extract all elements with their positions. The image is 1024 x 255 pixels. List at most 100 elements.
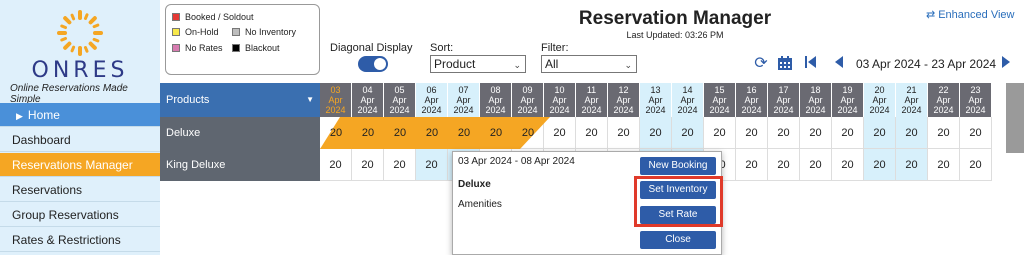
- grid-cell[interactable]: 20: [928, 117, 960, 149]
- close-button[interactable]: Close: [640, 231, 716, 249]
- grid-cell[interactable]: 20: [864, 149, 896, 181]
- grid-cell[interactable]: 20: [768, 149, 800, 181]
- date-header[interactable]: 15 Apr 2024: [704, 83, 736, 117]
- popup-amenities-label: Amenities: [458, 199, 502, 210]
- date-header-month: Apr: [520, 95, 535, 105]
- legend-label: No Rates: [185, 43, 223, 53]
- grid-cell[interactable]: 20: [640, 117, 672, 149]
- row-label-deluxe[interactable]: Deluxe: [160, 117, 320, 149]
- filter-select[interactable]: All ⌄: [541, 55, 637, 73]
- products-column-header[interactable]: Products ▼: [160, 83, 320, 117]
- date-header[interactable]: 07 Apr 2024: [448, 83, 480, 117]
- date-header-day: 06: [426, 85, 437, 95]
- grid-cell[interactable]: 20: [832, 117, 864, 149]
- date-header-year: 2024: [421, 105, 442, 115]
- grid-cell[interactable]: 20: [320, 149, 352, 181]
- sort-select[interactable]: Product ⌄: [430, 55, 526, 73]
- grid-cell[interactable]: 20: [736, 117, 768, 149]
- grid-cell[interactable]: 20: [928, 149, 960, 181]
- filter-label: Filter:: [541, 42, 569, 54]
- date-header[interactable]: 05 Apr 2024: [384, 83, 416, 117]
- popup-room-name: Deluxe: [458, 179, 491, 190]
- first-page-icon[interactable]: [802, 55, 820, 73]
- date-header[interactable]: 08 Apr 2024: [480, 83, 512, 117]
- grid-cell[interactable]: 20: [704, 117, 736, 149]
- legend-item-no-inventory: No Inventory: [232, 27, 296, 37]
- date-header[interactable]: 17 Apr 2024: [768, 83, 800, 117]
- date-header[interactable]: 04 Apr 2024: [352, 83, 384, 117]
- enhanced-view-link[interactable]: ⇄ Enhanced View: [926, 8, 1014, 21]
- date-header-year: 2024: [837, 105, 858, 115]
- grid-cell[interactable]: 20: [800, 149, 832, 181]
- sidebar-item-reservations-manager[interactable]: Reservations Manager: [0, 153, 160, 177]
- legend-swatch: [232, 44, 240, 52]
- calendar-icon[interactable]: [776, 55, 794, 73]
- grid-cell[interactable]: 20: [800, 117, 832, 149]
- grid-cell[interactable]: 20: [768, 117, 800, 149]
- date-header-year: 2024: [869, 105, 890, 115]
- date-header[interactable]: 18 Apr 2024: [800, 83, 832, 117]
- products-header-label: Products: [166, 94, 210, 106]
- grid-cell[interactable]: 20: [608, 117, 640, 149]
- date-header[interactable]: 10 Apr 2024: [544, 83, 576, 117]
- grid-cell[interactable]: 20: [544, 117, 576, 149]
- refresh-icon[interactable]: ⟳: [752, 55, 770, 73]
- grid-cell[interactable]: 20: [736, 149, 768, 181]
- date-header-month: Apr: [488, 95, 503, 105]
- date-header-day: 20: [874, 85, 885, 95]
- grid-cell[interactable]: 20: [352, 149, 384, 181]
- sidebar-item-group-reservations[interactable]: Group Reservations: [0, 203, 160, 227]
- date-header[interactable]: 03 Apr 2024: [320, 83, 352, 117]
- logo: ONRES: [0, 6, 160, 83]
- date-header-day: 04: [362, 85, 373, 95]
- grid-scrollbar[interactable]: [1006, 83, 1024, 153]
- date-header-month: Apr: [456, 95, 471, 105]
- date-header[interactable]: 11 Apr 2024: [576, 83, 608, 117]
- date-header-day: 17: [778, 85, 789, 95]
- grid-cell[interactable]: 20: [384, 149, 416, 181]
- date-header[interactable]: 06 Apr 2024: [416, 83, 448, 117]
- row-label-king-deluxe[interactable]: King Deluxe: [160, 149, 320, 181]
- grid-cell[interactable]: 20: [896, 117, 928, 149]
- sidebar-item-dashboard[interactable]: Dashboard: [0, 128, 160, 152]
- date-header-day: 09: [522, 85, 533, 95]
- next-icon[interactable]: [997, 55, 1015, 73]
- grid-cell[interactable]: 20: [960, 149, 992, 181]
- date-header[interactable]: 20 Apr 2024: [864, 83, 896, 117]
- sidebar-item-label: Reservations: [12, 183, 83, 197]
- date-header[interactable]: 23 Apr 2024: [960, 83, 992, 117]
- new-booking-button[interactable]: New Booking: [640, 157, 716, 175]
- grid-cell[interactable]: 20: [896, 149, 928, 181]
- date-header[interactable]: 22 Apr 2024: [928, 83, 960, 117]
- grid-cell[interactable]: 20: [576, 117, 608, 149]
- date-header[interactable]: 21 Apr 2024: [896, 83, 928, 117]
- date-header-day: 13: [650, 85, 661, 95]
- legend-swatch: [232, 28, 240, 36]
- date-header-day: 08: [490, 85, 501, 95]
- sidebar-item-home[interactable]: ▶ Home: [0, 103, 160, 127]
- legend-swatch: [172, 28, 180, 36]
- diagonal-display-toggle[interactable]: [358, 56, 388, 72]
- grid-cell[interactable]: 20: [672, 117, 704, 149]
- date-header[interactable]: 09 Apr 2024: [512, 83, 544, 117]
- grid-cell[interactable]: 20: [960, 117, 992, 149]
- date-header-year: 2024: [613, 105, 634, 115]
- grid-cell[interactable]: 20: [416, 149, 448, 181]
- date-header[interactable]: 14 Apr 2024: [672, 83, 704, 117]
- date-header-day: 05: [394, 85, 405, 95]
- date-header[interactable]: 16 Apr 2024: [736, 83, 768, 117]
- date-header-day: 07: [458, 85, 469, 95]
- brand-name: ONRES: [31, 58, 129, 83]
- sidebar-item-rates-restrictions[interactable]: Rates & Restrictions: [0, 228, 160, 252]
- legend-label: Booked / Soldout: [185, 12, 254, 22]
- sidebar-item-label: Home: [27, 108, 60, 122]
- date-header-day: 22: [938, 85, 949, 95]
- date-header[interactable]: 12 Apr 2024: [608, 83, 640, 117]
- date-header[interactable]: 13 Apr 2024: [640, 83, 672, 117]
- grid-cell[interactable]: 20: [864, 117, 896, 149]
- grid-cell[interactable]: 20: [832, 149, 864, 181]
- date-header-year: 2024: [965, 105, 986, 115]
- previous-icon[interactable]: [830, 55, 848, 73]
- date-header[interactable]: 19 Apr 2024: [832, 83, 864, 117]
- sidebar-item-reservations[interactable]: Reservations: [0, 178, 160, 202]
